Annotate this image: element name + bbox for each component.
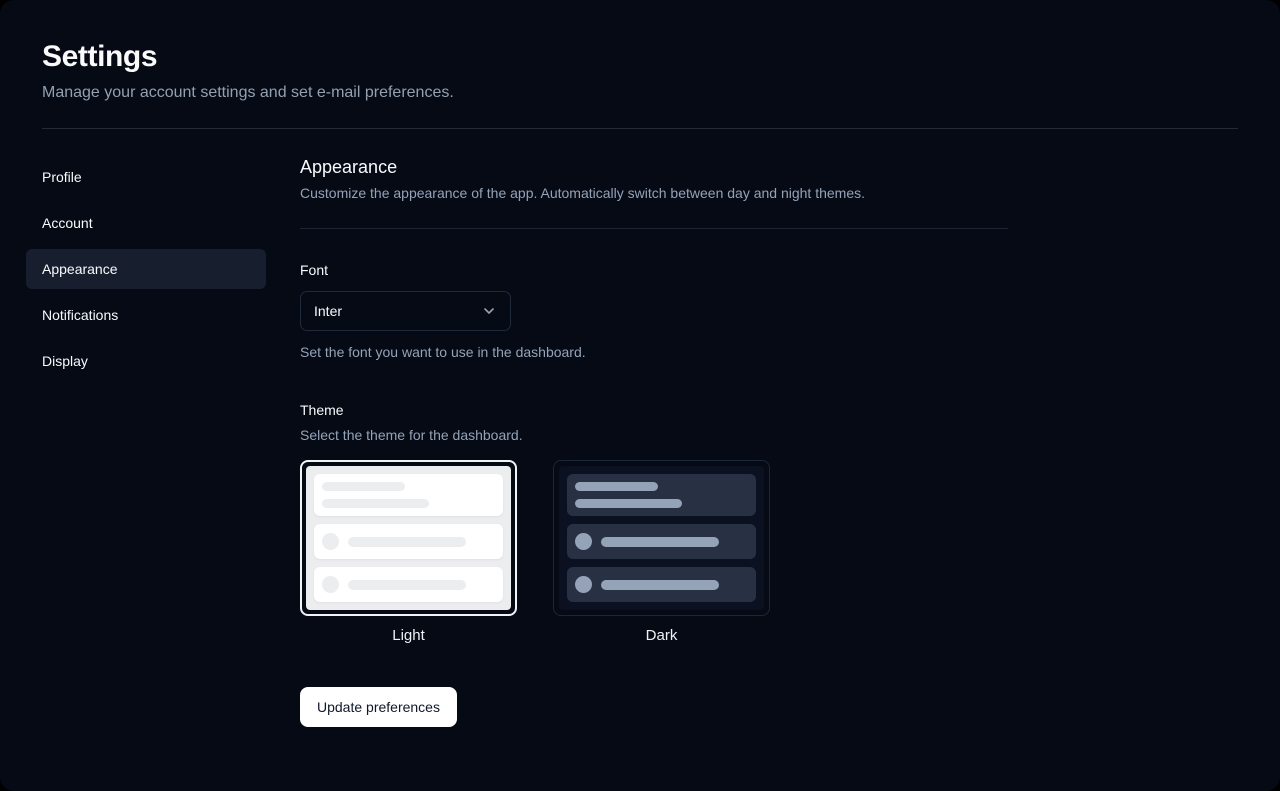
skeleton-bar bbox=[601, 579, 719, 590]
skeleton-avatar-dot bbox=[322, 533, 339, 550]
font-help-text: Set the font you want to use in the dash… bbox=[300, 344, 586, 360]
sidebar-item-appearance[interactable]: Appearance bbox=[26, 249, 266, 289]
skeleton-row bbox=[567, 524, 756, 559]
appearance-section: Appearance Customize the appearance of t… bbox=[300, 157, 1008, 727]
theme-description: Select the theme for the dashboard. bbox=[300, 427, 523, 443]
page-subtitle: Manage your account settings and set e-m… bbox=[42, 84, 454, 101]
content-row: Profile Account Appearance Notifications… bbox=[26, 157, 1238, 727]
dark-theme-caption: Dark bbox=[645, 627, 678, 644]
light-theme-caption: Light bbox=[392, 627, 425, 644]
skeleton-row bbox=[567, 567, 756, 602]
theme-option-dark[interactable]: Dark bbox=[553, 460, 770, 644]
page-title: Settings bbox=[42, 40, 158, 73]
skeleton-bar bbox=[601, 536, 719, 547]
sidebar-item-display[interactable]: Display bbox=[26, 341, 266, 381]
section-description: Customize the appearance of the app. Aut… bbox=[300, 185, 866, 201]
skeleton-bar bbox=[575, 482, 658, 491]
font-field: Font Inter Set the font you want to use … bbox=[300, 262, 1008, 360]
settings-sidebar: Profile Account Appearance Notifications… bbox=[26, 157, 266, 727]
skeleton-avatar-dot bbox=[575, 576, 592, 593]
page-header: Settings Manage your account settings an… bbox=[42, 24, 1238, 102]
header-divider bbox=[42, 128, 1238, 129]
skeleton-row bbox=[314, 474, 503, 516]
skeleton-bar bbox=[322, 499, 429, 508]
light-theme-preview bbox=[300, 460, 517, 616]
skeleton-row bbox=[314, 524, 503, 559]
sidebar-item-account[interactable]: Account bbox=[26, 203, 266, 243]
section-divider bbox=[300, 228, 1008, 229]
update-preferences-button[interactable]: Update preferences bbox=[300, 687, 457, 727]
sidebar-item-profile[interactable]: Profile bbox=[26, 157, 266, 197]
theme-option-light[interactable]: Light bbox=[300, 460, 517, 644]
section-title: Appearance bbox=[300, 157, 398, 177]
font-select-value: Inter bbox=[314, 303, 343, 319]
theme-options: Light Dark bbox=[300, 460, 1008, 644]
dark-preview-panel bbox=[559, 466, 764, 610]
skeleton-row bbox=[314, 567, 503, 602]
sidebar-item-notifications[interactable]: Notifications bbox=[26, 295, 266, 335]
skeleton-bar bbox=[348, 579, 466, 590]
skeleton-avatar-dot bbox=[575, 533, 592, 550]
font-select[interactable]: Inter bbox=[300, 291, 511, 331]
light-preview-panel bbox=[306, 466, 511, 610]
skeleton-bar bbox=[322, 482, 405, 491]
skeleton-row bbox=[567, 474, 756, 516]
skeleton-bar bbox=[575, 499, 682, 508]
theme-label: Theme bbox=[300, 402, 344, 418]
skeleton-avatar-dot bbox=[322, 576, 339, 593]
font-label: Font bbox=[300, 262, 329, 278]
settings-page: Settings Manage your account settings an… bbox=[0, 0, 1280, 791]
chevron-down-icon bbox=[481, 303, 497, 319]
skeleton-bar bbox=[348, 536, 466, 547]
theme-field: Theme Select the theme for the dashboard… bbox=[300, 402, 1008, 644]
dark-theme-preview bbox=[553, 460, 770, 616]
